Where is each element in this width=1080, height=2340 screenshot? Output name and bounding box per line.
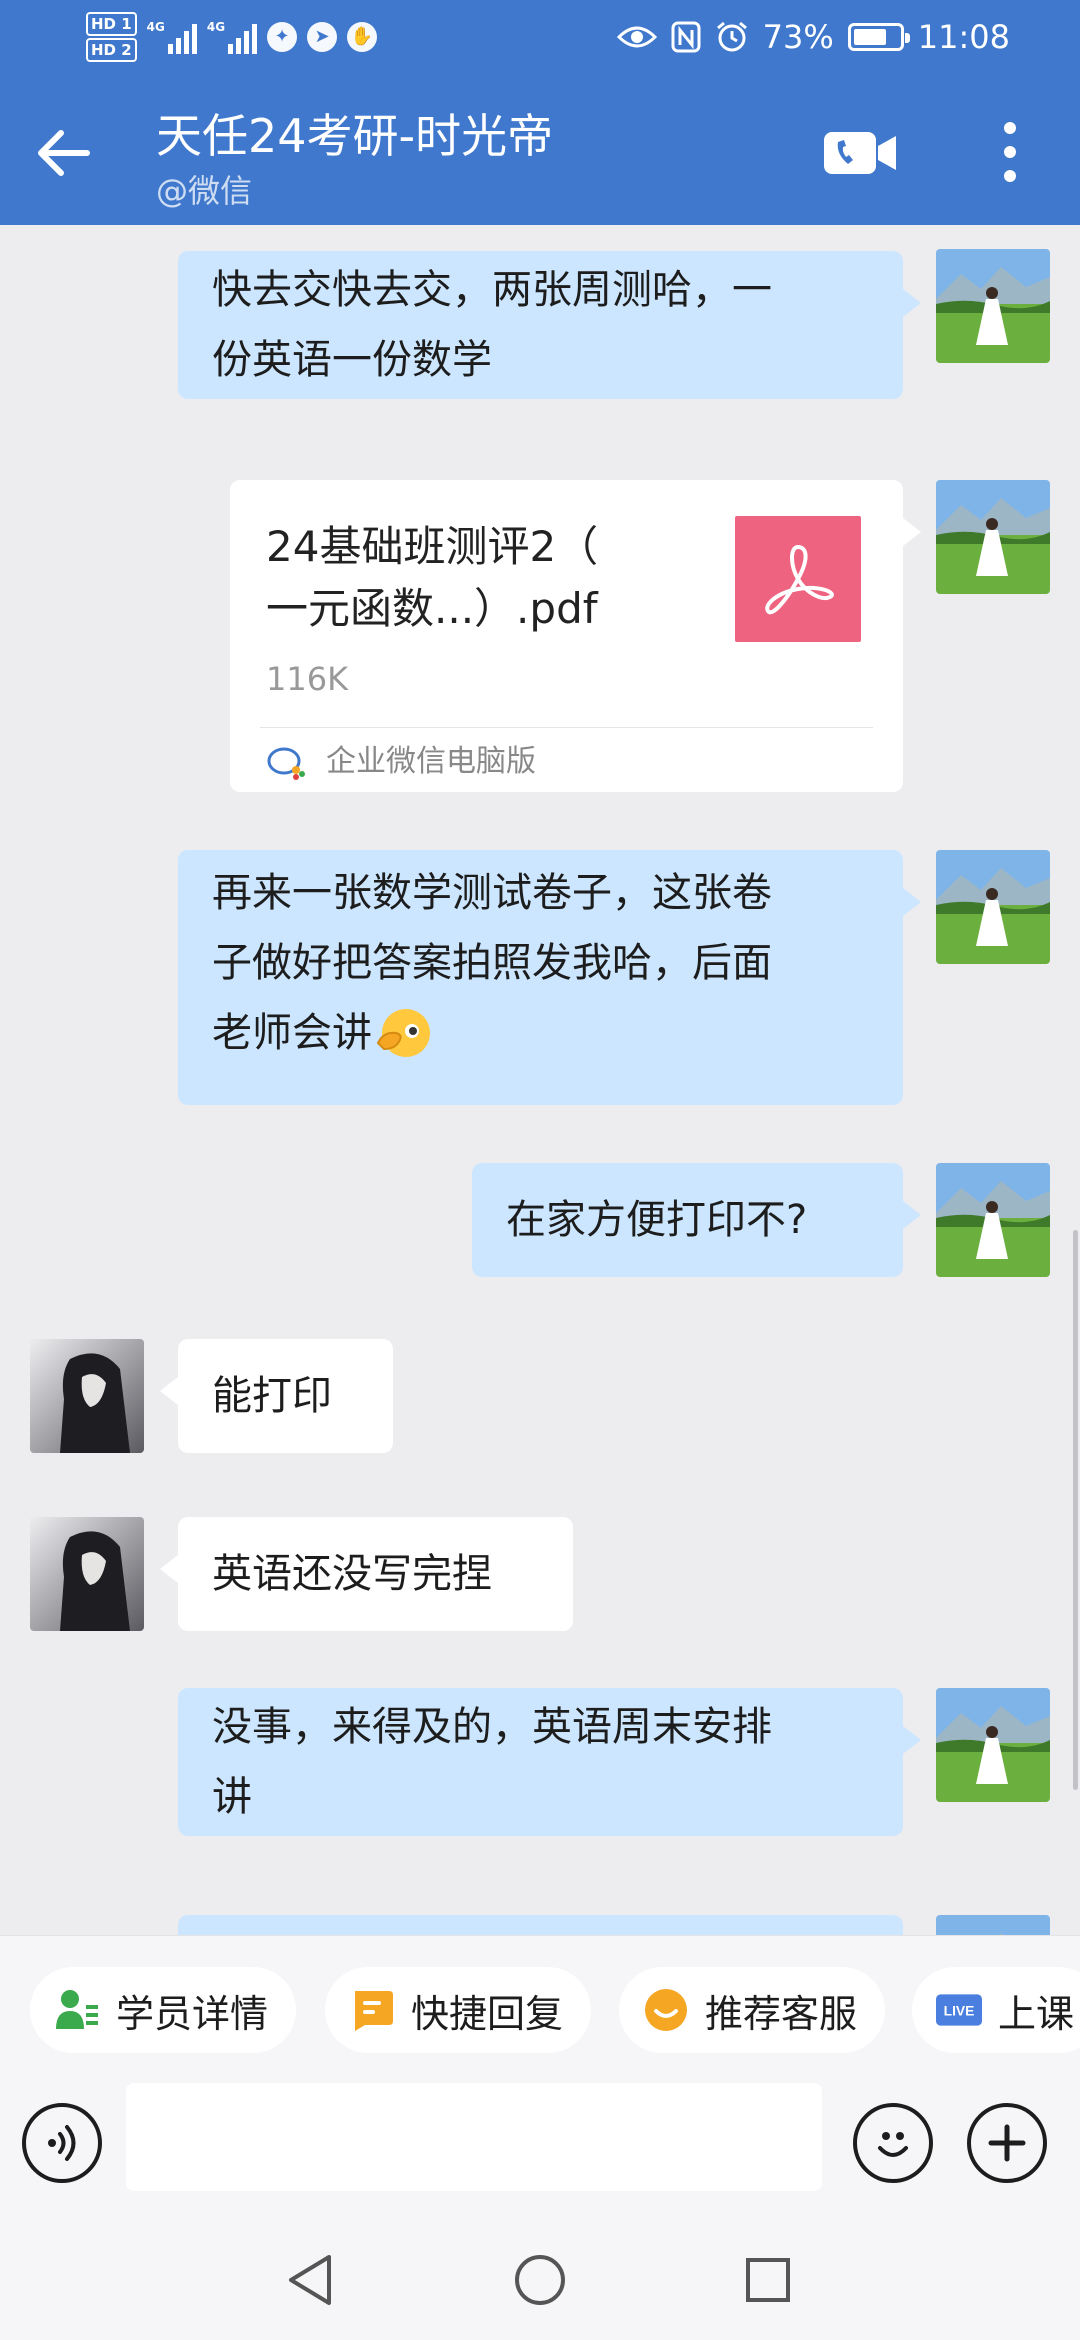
- message-line: 快去交快去交，两张周测哈，一: [212, 267, 772, 313]
- file-message-card[interactable]: 24基础班测评2（ 一元函数...）.pdf 116K 企业微信电脑版: [230, 480, 921, 792]
- message-bubble[interactable]: 在家方便打印不?: [472, 1163, 921, 1277]
- clock: 11:08: [917, 18, 1010, 56]
- message-list[interactable]: 快去交快去交，两张周测哈，一 份英语一份数学 24基础班测评2（ 一元函数...…: [0, 225, 1080, 1935]
- quick-reply-icon: [349, 1987, 395, 2033]
- message-bubble-partial[interactable]: [178, 1915, 903, 1935]
- recommend-service-button[interactable]: 推荐客服: [619, 1967, 886, 2053]
- contact-avatar[interactable]: [30, 1339, 144, 1453]
- contact-avatar[interactable]: [30, 1517, 144, 1631]
- battery-percentage: 73%: [762, 18, 834, 56]
- file-size: 116K: [266, 660, 349, 698]
- chat-title: 天任24考研-时光帝: [156, 109, 554, 163]
- file-name-line: 一元函数...）.pdf: [266, 584, 598, 633]
- video-call-button[interactable]: [822, 122, 898, 184]
- plus-icon: [988, 2124, 1026, 2162]
- message-bubble[interactable]: 没事，来得及的，英语周末安排 讲: [178, 1688, 921, 1836]
- emoji-icon: [878, 2132, 908, 2157]
- more-dot: [1004, 170, 1016, 182]
- voice-button[interactable]: [22, 2103, 102, 2183]
- hand-notification-icon: ✋: [347, 22, 378, 52]
- quick-actions-bar: 学员详情 快捷回复 推荐客服 LIVE 上课: [0, 1935, 1080, 2083]
- more-options-button[interactable]: [980, 112, 1040, 192]
- back-arrow-icon: [38, 130, 90, 176]
- divider: [260, 727, 873, 728]
- message-bubble[interactable]: 再来一张数学测试卷子，这张卷 子做好把答案拍照发我哈，后面 老师会讲: [178, 850, 921, 1105]
- recommend-icon: [643, 1987, 689, 2033]
- file-name-line: 24基础班测评2（: [266, 522, 599, 571]
- back-button[interactable]: [28, 118, 98, 188]
- student-details-button[interactable]: 学员详情: [30, 1967, 297, 2053]
- message-line: 子做好把答案拍照发我哈，后面: [212, 940, 772, 986]
- self-avatar[interactable]: [936, 249, 1050, 363]
- chip-label: 学员详情: [116, 1991, 269, 2036]
- send-notification-icon: ➤: [307, 22, 338, 52]
- battery-icon: [847, 23, 910, 51]
- message-line: 能打印: [212, 1373, 332, 1419]
- nav-home-button[interactable]: [510, 2250, 570, 2310]
- self-avatar[interactable]: [936, 850, 1050, 964]
- chat-header: HD 1 HD 2 4G 4G ✦ ➤ ✋ 73% 11:08 天任24考研-时…: [0, 0, 1080, 225]
- chip-label: 推荐客服: [705, 1991, 858, 2036]
- message-line: 讲: [212, 1774, 252, 1820]
- message-line: 再来一张数学测试卷子，这张卷: [212, 870, 772, 916]
- class-live-button[interactable]: LIVE 上课: [912, 1967, 1080, 2053]
- file-source-label: 企业微信电脑版: [326, 744, 536, 779]
- input-bar: [0, 2083, 1080, 2220]
- message-line: 英语还没写完捏: [212, 1551, 492, 1597]
- emoji-button[interactable]: [853, 2103, 933, 2183]
- eye-icon: [616, 26, 657, 48]
- peek-emoji: [376, 1009, 430, 1057]
- sim1-label: HD 1: [86, 12, 137, 36]
- network-type-2: 4G: [206, 20, 226, 34]
- system-nav-bar: [0, 2220, 1080, 2340]
- pdf-icon: [735, 516, 861, 642]
- message-line-wrap: 老师会讲: [212, 998, 869, 1068]
- status-left: HD 1 HD 2 4G 4G ✦ ➤ ✋: [86, 12, 378, 62]
- signal-1-icon: 4G: [147, 20, 197, 54]
- file-name: 24基础班测评2（ 一元函数...）.pdf: [266, 516, 666, 640]
- message-line: 在家方便打印不?: [506, 1197, 808, 1243]
- self-avatar[interactable]: [936, 1688, 1050, 1802]
- scrollbar[interactable]: [1073, 1230, 1078, 1790]
- status-bar: HD 1 HD 2 4G 4G ✦ ➤ ✋ 73% 11:08: [0, 0, 1080, 80]
- chat-subtitle: @微信: [156, 172, 253, 210]
- nav-recents-icon: [746, 2258, 790, 2302]
- network-type-1: 4G: [146, 20, 165, 34]
- nav-back-icon: [289, 2255, 331, 2305]
- student-icon: [54, 1987, 100, 2033]
- quick-reply-button[interactable]: 快捷回复: [325, 1967, 592, 2053]
- chip-label: 上课: [998, 1991, 1075, 2036]
- wechat-notification-icon: ✦: [267, 22, 298, 52]
- message-line: 没事，来得及的，英语周末安排: [212, 1704, 772, 1750]
- message-line: 份英语一份数学: [212, 337, 492, 383]
- message-line: 老师会讲: [212, 1010, 372, 1056]
- wecom-icon: [267, 747, 305, 780]
- chip-label: 快捷回复: [411, 1991, 564, 2036]
- sim-indicators: HD 1 HD 2: [86, 12, 137, 62]
- self-avatar[interactable]: [936, 1915, 1050, 1935]
- nav-home-icon: [515, 2255, 565, 2305]
- self-avatar[interactable]: [936, 480, 1050, 594]
- self-avatar[interactable]: [936, 1163, 1050, 1277]
- more-dot: [1004, 146, 1016, 158]
- voice-icon: [48, 2125, 76, 2161]
- nav-recents-button[interactable]: [738, 2250, 798, 2310]
- live-icon: LIVE: [936, 1987, 982, 2033]
- alarm-icon: [716, 21, 747, 52]
- live-icon-text: LIVE: [944, 2004, 975, 2019]
- message-bubble[interactable]: 能打印: [160, 1339, 393, 1453]
- signal-2-icon: 4G: [206, 20, 258, 54]
- message-bubble[interactable]: 快去交快去交，两张周测哈，一 份英语一份数学: [178, 251, 921, 399]
- plus-button[interactable]: [967, 2103, 1047, 2183]
- message-bubble[interactable]: 英语还没写完捏: [160, 1517, 573, 1631]
- nav-back-button[interactable]: [280, 2250, 340, 2310]
- more-dot: [1004, 122, 1016, 134]
- video-call-icon: [824, 132, 896, 174]
- message-input[interactable]: [126, 2083, 822, 2191]
- sim2-label: HD 2: [86, 38, 137, 62]
- status-right: 73% 11:08: [616, 18, 1010, 56]
- nfc-icon: [671, 21, 701, 53]
